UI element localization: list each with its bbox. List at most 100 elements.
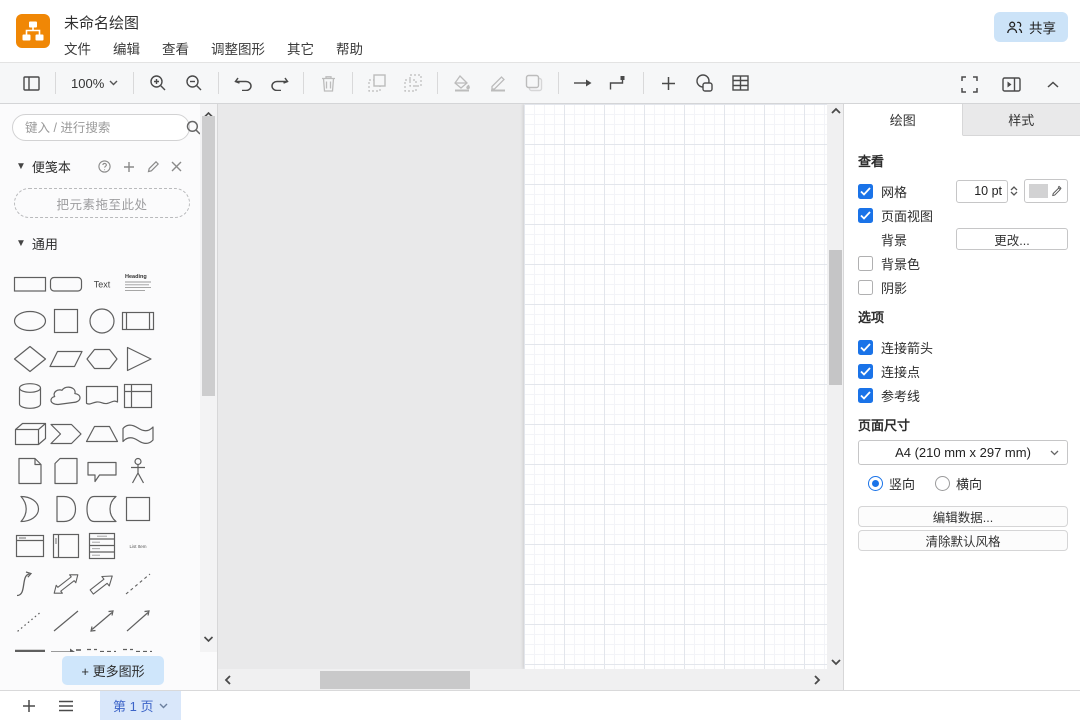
scroll-down-icon[interactable]: [203, 630, 214, 648]
scratchpad-title[interactable]: 便笺本: [32, 157, 71, 176]
zoom-level-dropdown[interactable]: 100%: [67, 69, 122, 97]
shape-vertical-container-icon[interactable]: [48, 528, 84, 566]
shape-cube-icon[interactable]: [12, 415, 48, 453]
landscape-option[interactable]: 横向: [935, 474, 982, 493]
tab-style[interactable]: 样式: [963, 104, 1080, 136]
menu-edit[interactable]: 编辑: [113, 38, 140, 58]
shape-rounded-rectangle-icon[interactable]: [48, 265, 84, 303]
menu-help[interactable]: 帮助: [336, 38, 363, 58]
shape-search-input[interactable]: [25, 121, 186, 135]
shape-heading-icon[interactable]: Heading: [120, 265, 156, 303]
shape-link-icon[interactable]: [12, 640, 48, 652]
page-tab-1[interactable]: 第 1 页: [100, 691, 181, 720]
guides-checkbox[interactable]: [858, 388, 873, 403]
shape-bidirectional-arrow-icon[interactable]: [48, 565, 84, 603]
line-color-icon[interactable]: [485, 69, 511, 97]
canvas-vertical-scrollbar[interactable]: [827, 104, 843, 669]
edit-data-button[interactable]: 编辑数据...: [858, 506, 1068, 527]
general-section-title[interactable]: 通用: [32, 234, 58, 253]
shape-bidirectional-connector-icon[interactable]: [84, 603, 120, 641]
collapse-toolbar-icon[interactable]: [1040, 70, 1066, 98]
share-button[interactable]: 共享: [994, 12, 1068, 42]
zoom-out-icon[interactable]: [181, 69, 207, 97]
shape-callout-icon[interactable]: [84, 453, 120, 491]
shape-list-item-icon[interactable]: List Item: [120, 528, 156, 566]
redo-icon[interactable]: [266, 69, 292, 97]
shape-hexagon-icon[interactable]: [84, 340, 120, 378]
format-panel-toggle-icon[interactable]: [998, 70, 1024, 98]
menu-view[interactable]: 查看: [162, 38, 189, 58]
shape-square-icon[interactable]: [48, 303, 84, 341]
change-background-button[interactable]: 更改...: [956, 228, 1068, 250]
to-back-icon[interactable]: [400, 69, 426, 97]
fullscreen-icon[interactable]: [956, 70, 982, 98]
scroll-up-icon[interactable]: [831, 107, 841, 115]
toggle-sidebar-icon[interactable]: [18, 69, 44, 97]
menu-arrange[interactable]: 调整图形: [211, 38, 265, 58]
shape-document-icon[interactable]: [84, 378, 120, 416]
background-color-checkbox[interactable]: [858, 256, 873, 271]
scroll-down-icon[interactable]: [831, 658, 841, 666]
more-shapes-button[interactable]: + 更多图形: [62, 656, 164, 685]
shape-step-icon[interactable]: [48, 415, 84, 453]
page-size-dropdown[interactable]: A4 (210 mm x 297 mm): [858, 440, 1068, 465]
shape-actor-icon[interactable]: [120, 453, 156, 491]
shape-ellipse-icon[interactable]: [12, 303, 48, 341]
tab-diagram[interactable]: 绘图: [844, 104, 963, 136]
waypoints-icon[interactable]: [606, 69, 632, 97]
undo-icon[interactable]: [230, 69, 256, 97]
shape-curve-icon[interactable]: [12, 565, 48, 603]
shape-card-icon[interactable]: [48, 453, 84, 491]
shape-internal-storage-icon[interactable]: [120, 378, 156, 416]
help-icon[interactable]: [98, 160, 111, 173]
page-view-checkbox[interactable]: [858, 208, 873, 223]
shape-line-icon[interactable]: [48, 603, 84, 641]
shape-process-icon[interactable]: [120, 303, 156, 341]
shape-cloud-icon[interactable]: [48, 378, 84, 416]
shape-list-icon[interactable]: [84, 528, 120, 566]
insert-icon[interactable]: [655, 69, 681, 97]
canvas-hscroll-thumb[interactable]: [320, 671, 470, 689]
shape-container-icon[interactable]: [120, 490, 156, 528]
collapse-triangle-icon[interactable]: ▼: [16, 238, 26, 249]
shapes-icon[interactable]: [691, 69, 717, 97]
shape-tape-icon[interactable]: [120, 415, 156, 453]
portrait-option[interactable]: 竖向: [868, 474, 915, 493]
shape-text-icon[interactable]: Text: [84, 265, 120, 303]
shape-dashed-line-icon[interactable]: [120, 565, 156, 603]
shape-search-box[interactable]: [12, 114, 190, 141]
shape-cylinder-icon[interactable]: [12, 378, 48, 416]
to-front-icon[interactable]: [364, 69, 390, 97]
shape-dashed-edge-icon[interactable]: [120, 640, 156, 652]
shape-dotted-line-icon[interactable]: [12, 603, 48, 641]
shape-label-line-icon[interactable]: [48, 640, 84, 652]
canvas-page[interactable]: [524, 104, 827, 669]
menu-file[interactable]: 文件: [64, 38, 91, 58]
menu-extras[interactable]: 其它: [287, 38, 314, 58]
close-scratchpad-icon[interactable]: [171, 161, 182, 172]
shape-trapezoid-icon[interactable]: [84, 415, 120, 453]
shape-and-icon[interactable]: [48, 490, 84, 528]
delete-icon[interactable]: [315, 69, 341, 97]
landscape-radio[interactable]: [935, 476, 950, 491]
edit-scratchpad-icon[interactable]: [147, 161, 159, 173]
add-page-icon[interactable]: [22, 699, 36, 713]
shape-dashed-link-icon[interactable]: [84, 640, 120, 652]
shape-rectangle-icon[interactable]: [12, 265, 48, 303]
fill-color-icon[interactable]: [449, 69, 475, 97]
connection-points-checkbox[interactable]: [858, 364, 873, 379]
add-scratchpad-icon[interactable]: [123, 161, 135, 173]
sidebar-scrollbar[interactable]: [200, 104, 217, 652]
shadow-checkbox[interactable]: [858, 280, 873, 295]
table-icon[interactable]: [727, 69, 753, 97]
shape-diamond-icon[interactable]: [12, 340, 48, 378]
scroll-right-icon[interactable]: [813, 675, 821, 685]
sidebar-scrollbar-thumb[interactable]: [202, 116, 215, 396]
scratchpad-dropzone[interactable]: 把元素拖至此处: [14, 188, 190, 218]
pages-list-icon[interactable]: [58, 700, 74, 712]
drawing-canvas[interactable]: [218, 104, 843, 690]
grid-color-button[interactable]: [1024, 179, 1068, 203]
canvas-vscroll-thumb[interactable]: [829, 250, 842, 385]
connection-arrow-icon[interactable]: [570, 69, 596, 97]
shape-directional-connector-icon[interactable]: [120, 603, 156, 641]
